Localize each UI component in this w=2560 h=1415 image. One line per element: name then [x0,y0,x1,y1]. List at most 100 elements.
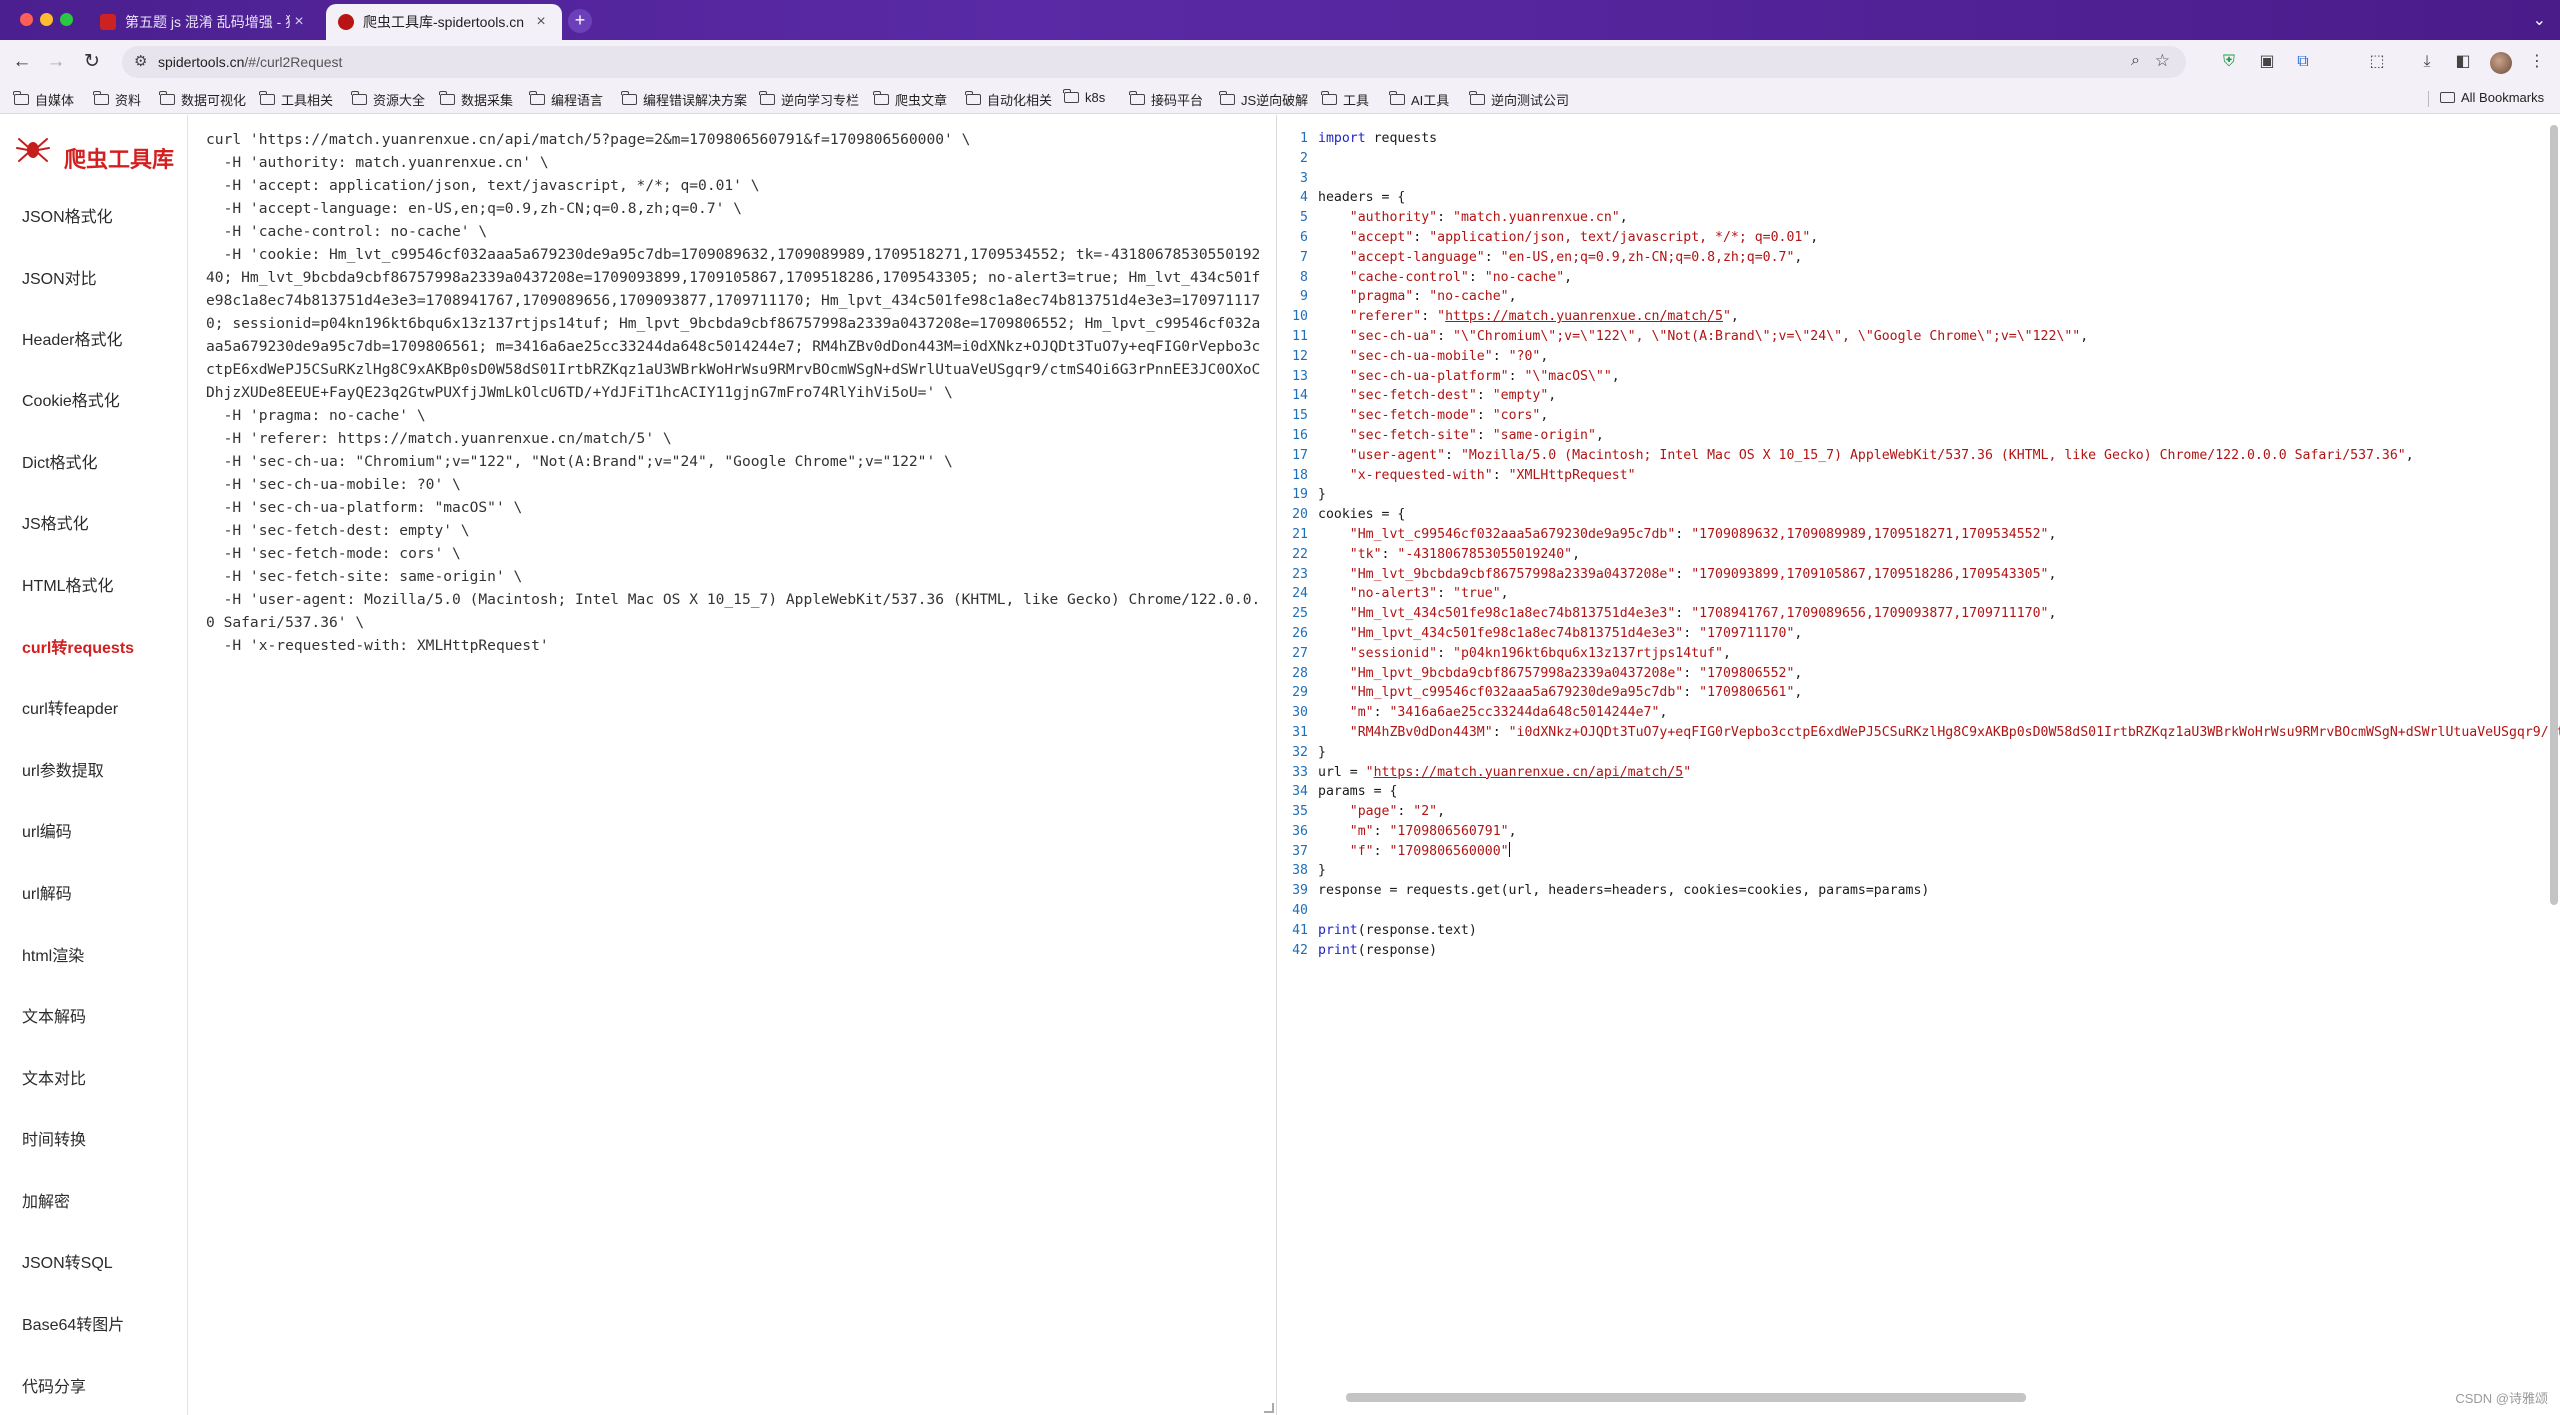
back-arrow-icon[interactable]: ← [10,50,34,74]
nav-item-url-params[interactable]: url参数提取 [22,757,104,781]
code-line[interactable]: 1 import requests [1278,129,2560,149]
nav-item-header-format[interactable]: Header格式化 [22,326,122,350]
code-line[interactable]: 32} [1278,743,2560,763]
code-line[interactable]: 16 "sec-fetch-site": "same-origin", [1278,426,2560,446]
horizontal-scrollbar[interactable] [1346,1393,2026,1402]
code-line[interactable]: 13 "sec-ch-ua-platform": "\"macOS\"", [1278,367,2560,387]
code-line[interactable]: 25 "Hm_lvt_434c501fe98c1a8ec74b813751d4e… [1278,604,2560,624]
code-line[interactable]: 21 "Hm_lvt_c99546cf032aaa5a679230de9a95c… [1278,525,2560,545]
code-output[interactable]: 1 import requests 2 3 4 headers = {5 "autho… [1278,129,2560,960]
nav-item-curl-to-feapder[interactable]: curl转feapder [22,695,118,719]
nav-item-curl-to-requests[interactable]: curl转requests [22,634,134,658]
code-line[interactable]: 42 print(response) [1278,941,2560,961]
code-line[interactable]: 3 [1278,169,2560,189]
nav-item-url-encode[interactable]: url编码 [22,818,72,842]
nav-item-base64-to-image[interactable]: Base64转图片 [22,1311,124,1335]
bookmark-star-icon[interactable]: ☆ [2155,51,2170,71]
downloads-icon[interactable]: ⤓ [2416,51,2438,73]
zoom-icon[interactable]: ⌕ [2131,52,2140,70]
code-line[interactable]: 34 params = { [1278,782,2560,802]
window-minimize-button[interactable] [40,13,53,26]
code-line[interactable]: 28 "Hm_lpvt_9bcbda9cbf86757998a2339a0437… [1278,664,2560,684]
bookmark-folder[interactable]: 数据采集 [439,90,513,109]
reload-icon[interactable]: ↻ [80,50,104,74]
bookmark-folder[interactable]: 工具 [1321,90,1369,109]
code-line[interactable]: 19} [1278,485,2560,505]
nav-item-time-convert[interactable]: 时间转换 [22,1126,86,1150]
bookmark-folder[interactable]: 爬虫文章 [873,90,947,109]
code-line[interactable]: 20 cookies = { [1278,505,2560,525]
resize-handle[interactable] [1264,1403,1274,1413]
code-line[interactable]: 15 "sec-fetch-mode": "cors", [1278,406,2560,426]
code-line[interactable]: 7 "accept-language": "en-US,en;q=0.9,zh-… [1278,248,2560,268]
curl-input-text[interactable]: curl 'https://match.yuanrenxue.cn/api/ma… [206,128,1268,657]
nav-item-js-format[interactable]: JS格式化 [22,510,89,534]
bookmark-folder[interactable]: 资源大全 [351,90,425,109]
code-line[interactable]: 17 "user-agent": "Mozilla/5.0 (Macintosh… [1278,446,2560,466]
tab-close-icon[interactable]: × [532,13,550,31]
code-line[interactable]: 5 "authority": "match.yuanrenxue.cn", [1278,208,2560,228]
bookmark-folder[interactable]: 编程语言 [529,90,603,109]
bookmark-folder[interactable]: 自媒体 [13,90,74,109]
browser-menu-icon[interactable]: ⋮ [2526,51,2548,73]
vertical-scrollbar[interactable] [2550,125,2558,905]
code-line[interactable]: 31 "RM4hZBv0dDon443M": "i0dXNkz+OJQDt3Tu… [1278,723,2560,743]
nav-item-cookie-format[interactable]: Cookie格式化 [22,387,120,411]
address-bar[interactable]: ⚙ spidertools.cn/#/curl2Request ⌕ ☆ [122,46,2186,78]
window-maximize-button[interactable] [60,13,73,26]
curl-input-editor[interactable]: curl 'https://match.yuanrenxue.cn/api/ma… [189,115,1277,1415]
side-panel-icon[interactable]: ◧ [2452,51,2474,73]
bookmark-folder[interactable]: 数据可视化 [159,90,246,109]
code-line[interactable]: 22 "tk": "-4318067853055019240", [1278,545,2560,565]
code-line[interactable]: 18 "x-requested-with": "XMLHttpRequest" [1278,466,2560,486]
nav-item-dict-format[interactable]: Dict格式化 [22,449,98,473]
code-line[interactable]: 12 "sec-ch-ua-mobile": "?0", [1278,347,2560,367]
code-line[interactable]: 36 "m": "1709806560791", [1278,822,2560,842]
bookmark-folder[interactable]: 自动化相关 [965,90,1052,109]
code-line[interactable]: 29 "Hm_lpvt_c99546cf032aaa5a679230de9a95… [1278,683,2560,703]
extension-screenshot-icon[interactable]: ▣ [2256,51,2278,73]
tab-close-icon[interactable]: × [290,13,308,31]
nav-item-encrypt-decrypt[interactable]: 加解密 [22,1188,70,1212]
bookmark-folder[interactable]: k8s [1063,89,1105,105]
nav-item-code-share[interactable]: 代码分享 [22,1373,86,1397]
code-line[interactable]: 6 "accept": "application/json, text/java… [1278,228,2560,248]
code-line[interactable]: 30 "m": "3416a6ae25cc33244da648c5014244e… [1278,703,2560,723]
python-output-editor[interactable]: 1 import requests 2 3 4 headers = {5 "autho… [1278,115,2560,1415]
bookmark-folder[interactable]: 逆向学习专栏 [759,90,859,109]
code-line[interactable]: 14 "sec-fetch-dest": "empty", [1278,386,2560,406]
extension-shield-icon[interactable]: ⛨ [2218,51,2240,73]
browser-tab-active[interactable]: 爬虫工具库-spidertools.cn × [326,4,562,40]
code-line[interactable]: 2 [1278,149,2560,169]
tab-search-chevron-icon[interactable]: ⌄ [2533,10,2546,30]
code-line[interactable]: 39 response = requests.get(url, headers=h… [1278,881,2560,901]
code-line[interactable]: 27 "sessionid": "p04kn196kt6bqu6x13z137r… [1278,644,2560,664]
code-line[interactable]: 40 [1278,901,2560,921]
code-line[interactable]: 4 headers = { [1278,188,2560,208]
nav-item-html-render[interactable]: html渲染 [22,942,84,966]
new-tab-button[interactable]: + [568,9,592,33]
extension-translate-icon[interactable]: ⧉ [2292,51,2314,73]
bookmark-folder[interactable]: 逆向测试公司 [1469,90,1569,109]
bookmark-folder[interactable]: 工具相关 [259,90,333,109]
bookmark-folder[interactable]: 编程错误解决方案 [621,90,747,109]
code-line[interactable]: 37 "f": "1709806560000" [1278,841,2560,862]
all-bookmarks-button[interactable]: All Bookmarks [2427,90,2544,107]
code-line[interactable]: 11 "sec-ch-ua": "\"Chromium\";v=\"122\",… [1278,327,2560,347]
code-line[interactable]: 26 "Hm_lpvt_434c501fe98c1a8ec74b813751d4… [1278,624,2560,644]
code-line[interactable]: 35 "page": "2", [1278,802,2560,822]
code-line[interactable]: 33 url = "https://match.yuanrenxue.cn/api… [1278,763,2560,783]
nav-item-json-compare[interactable]: JSON对比 [22,265,97,289]
site-logo[interactable]: 爬虫工具库 [64,142,174,174]
code-line[interactable]: 8 "cache-control": "no-cache", [1278,268,2560,288]
forward-arrow-icon[interactable]: → [44,50,68,74]
window-close-button[interactable] [20,13,33,26]
code-line[interactable]: 23 "Hm_lvt_9bcbda9cbf86757998a2339a04372… [1278,565,2560,585]
bookmark-folder[interactable]: JS逆向破解 [1219,90,1308,109]
code-line[interactable]: 41 print(response.text) [1278,921,2560,941]
profile-avatar[interactable] [2490,52,2512,74]
nav-item-url-decode[interactable]: url解码 [22,880,72,904]
nav-item-html-format[interactable]: HTML格式化 [22,572,114,596]
browser-tab[interactable]: 第五题 js 混淆 乱码增强 - 猿人 × [88,4,320,40]
code-line[interactable]: 9 "pragma": "no-cache", [1278,287,2560,307]
